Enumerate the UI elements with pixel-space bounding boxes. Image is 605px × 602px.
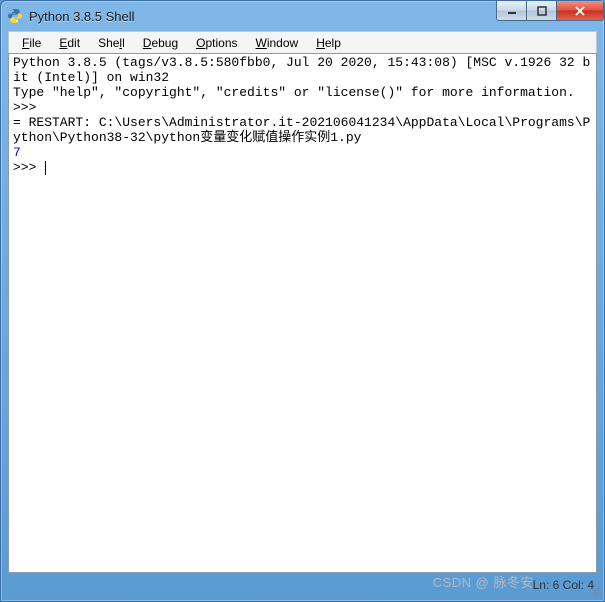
statusbar: Ln: 6 Col: 4 xyxy=(533,575,594,595)
prompt-1: >>> xyxy=(13,100,44,115)
menubar: File Edit Shell Debug Options Window Hel… xyxy=(8,31,597,53)
python-icon xyxy=(7,8,23,24)
restart-line: = RESTART: C:\Users\Administrator.it-202… xyxy=(13,115,590,145)
window-frame: Python 3.8.5 Shell File Edit Shell Debug… xyxy=(0,0,605,602)
resize-grip[interactable] xyxy=(588,585,602,599)
watermark: CSDN @ 脉冬安 xyxy=(433,572,534,591)
menu-edit[interactable]: Edit xyxy=(50,34,89,52)
window-controls xyxy=(496,1,604,21)
shell-content[interactable]: Python 3.8.5 (tags/v3.8.5:580fbb0, Jul 2… xyxy=(9,54,596,178)
minimize-button[interactable] xyxy=(496,1,526,21)
maximize-button[interactable] xyxy=(526,1,556,21)
menu-file[interactable]: File xyxy=(13,34,50,52)
menu-help[interactable]: Help xyxy=(307,34,350,52)
menu-window[interactable]: Window xyxy=(247,34,308,52)
cursor-position: Ln: 6 Col: 4 xyxy=(533,578,594,592)
output-1: 7 xyxy=(13,145,21,160)
banner-line-2: Type "help", "copyright", "credits" or "… xyxy=(13,85,575,100)
menu-options[interactable]: Options xyxy=(187,34,246,52)
editor-area[interactable]: Python 3.8.5 (tags/v3.8.5:580fbb0, Jul 2… xyxy=(8,53,597,573)
menu-shell[interactable]: Shell xyxy=(89,34,134,52)
prompt-2: >>> xyxy=(13,160,44,175)
text-cursor xyxy=(45,161,46,175)
close-button[interactable] xyxy=(556,1,604,21)
menu-debug[interactable]: Debug xyxy=(134,34,187,52)
titlebar[interactable]: Python 3.8.5 Shell xyxy=(1,1,604,31)
banner-line-1: Python 3.8.5 (tags/v3.8.5:580fbb0, Jul 2… xyxy=(13,55,590,85)
